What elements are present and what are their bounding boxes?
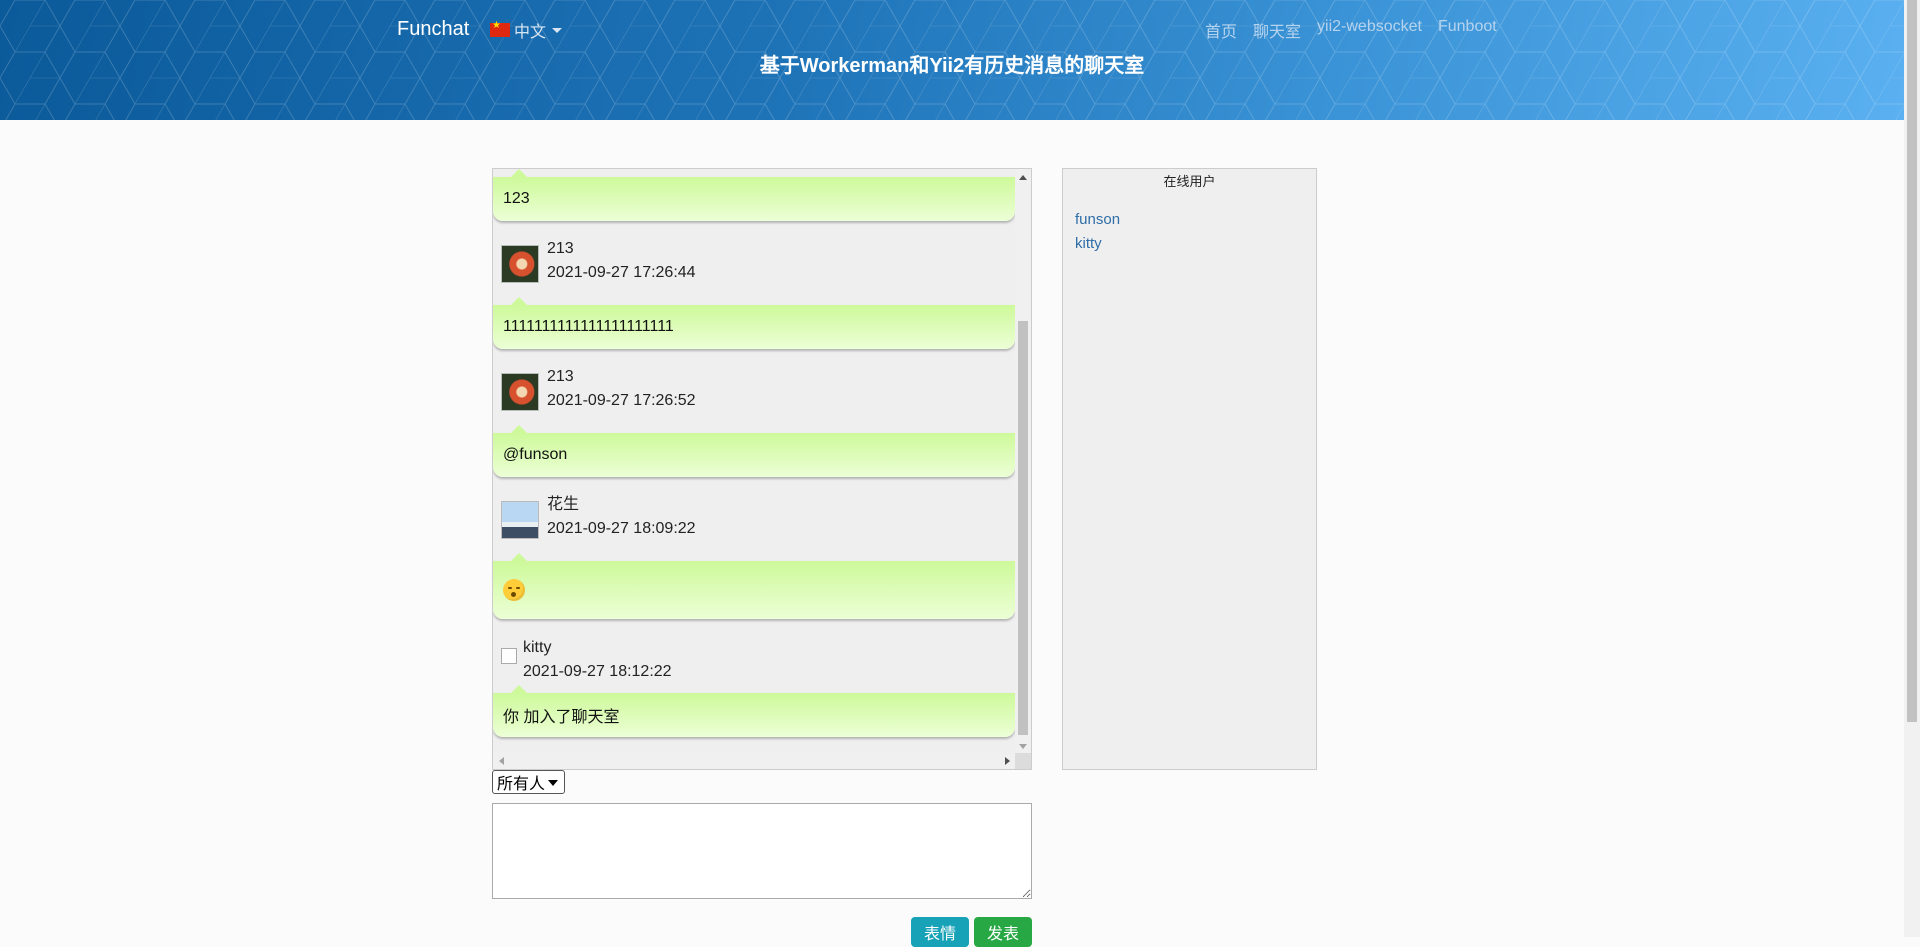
chat-messages-panel[interactable]: 123 213 2021-09-27 17:26:44 111111111111… [492,168,1032,770]
message-meta: 213 2021-09-27 17:26:44 [501,237,696,285]
online-users-list: funson kitty [1075,208,1316,256]
online-users-title: 在线用户 [1163,174,1216,189]
emoji-button[interactable]: 表情 [911,917,969,947]
message-text: 1111111111111111111111 [503,318,674,335]
message-bubble: 你 加入了聊天室 [493,685,1015,737]
recipient-select[interactable]: 所有人 [492,770,565,794]
scroll-left-arrow-icon[interactable] [499,757,504,765]
brand-logo[interactable]: Funchat [397,18,469,41]
nav-link-home[interactable]: 首页 [1205,18,1237,42]
scroll-down-arrow-icon[interactable] [1019,744,1027,749]
message-vertical-scrollbar[interactable] [1015,169,1031,755]
avatar [501,373,539,411]
message-meta: 花生 2021-09-27 18:09:22 [501,493,696,541]
message-text: 你 加入了聊天室 [503,709,620,726]
scrollbar-corner [1015,753,1031,769]
message-bubble: 123 [493,169,1015,221]
recipient-selected-value: 所有人 [497,776,546,793]
message-list: 123 213 2021-09-27 17:26:44 111111111111… [493,169,1016,755]
china-flag-icon [490,20,510,37]
page-subtitle: 基于Workerman和Yii2有历史消息的聊天室 [759,55,1145,77]
avatar [501,501,539,539]
message-username: kitty [523,639,552,656]
chevron-down-icon [552,27,563,33]
page-scrollbar-thumb[interactable] [1907,0,1917,722]
message-meta: 213 2021-09-27 17:26:52 [501,365,696,413]
message-bubble: 1111111111111111111111 [493,297,1015,349]
message-meta: kitty 2021-09-27 18:12:22 [501,636,672,684]
message-bubble [493,553,1015,619]
online-user-link[interactable]: kitty [1075,232,1316,256]
message-username: 213 [547,368,574,385]
message-username: 花生 [547,496,580,513]
message-horizontal-scrollbar[interactable] [493,753,1016,769]
online-users-panel: 在线用户 funson kitty [1062,168,1317,770]
message-timestamp: 2021-09-27 18:09:22 [547,520,696,537]
broken-image-icon [501,648,517,664]
send-button[interactable]: 发表 [974,917,1032,947]
message-input[interactable] [492,803,1032,899]
message-timestamp: 2021-09-27 17:26:44 [547,264,696,281]
scrollbar-thumb[interactable] [1018,321,1028,735]
message-text: @funson [503,446,568,463]
message-text: 123 [503,190,530,207]
page-vertical-scrollbar[interactable] [1904,0,1920,937]
hushed-face-emoji-icon [503,579,525,601]
chevron-down-icon [548,780,558,786]
nav-link-chatroom[interactable]: 聊天室 [1253,18,1301,42]
message-timestamp: 2021-09-27 17:26:52 [547,392,696,409]
top-nav: 首页 聊天室 yii2-websocket Funboot [1205,18,1497,42]
nav-link-funboot[interactable]: Funboot [1438,18,1497,42]
message-timestamp: 2021-09-27 18:12:22 [523,663,672,680]
message-username: 213 [547,240,574,257]
scroll-up-arrow-icon[interactable] [1019,175,1027,180]
site-header: Funchat 中文 首页 聊天室 yii2-websocket Funboot… [0,0,1904,120]
message-bubble: @funson [493,425,1015,477]
avatar [501,245,539,283]
scroll-right-arrow-icon[interactable] [1005,757,1010,765]
online-user-link[interactable]: funson [1075,208,1316,232]
language-label: 中文 [514,24,547,41]
language-dropdown[interactable]: 中文 [490,18,563,42]
nav-link-yii2-websocket[interactable]: yii2-websocket [1317,18,1422,42]
